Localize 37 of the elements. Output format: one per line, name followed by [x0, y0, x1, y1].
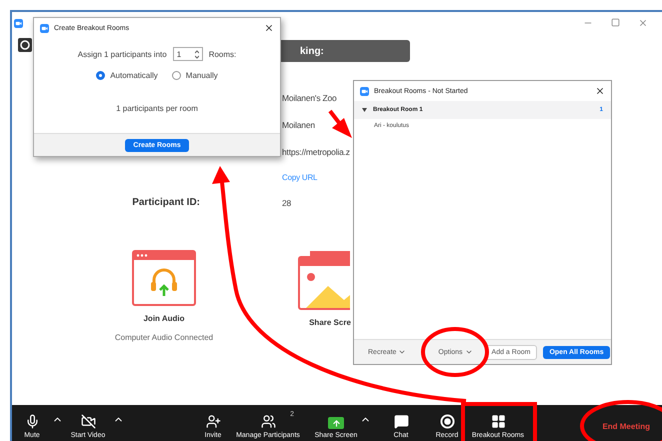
zoom-logo-icon — [40, 24, 49, 32]
end-meeting-button[interactable]: End Meeting — [602, 422, 650, 431]
info-label: Participant ID: — [132, 197, 200, 208]
share-screen-icon — [328, 417, 344, 429]
info-value: Moilanen's Zoo — [282, 92, 337, 104]
info-value: Moilanen — [282, 118, 315, 132]
image-window-icon[interactable] — [298, 250, 350, 310]
summary-text: 1 participants per room — [115, 104, 199, 113]
people-icon — [260, 414, 276, 429]
action-status: Computer Audio Connected — [114, 333, 214, 342]
expand-triangle-icon[interactable] — [362, 108, 367, 112]
rooms-count-field[interactable]: 1 — [172, 47, 203, 61]
video-off-icon — [80, 414, 96, 429]
rooms-text: Rooms: — [208, 50, 236, 58]
record-icon — [440, 414, 454, 429]
close-icon[interactable] — [595, 86, 605, 96]
action-label: Join Audio — [143, 314, 185, 323]
annotation-circle — [421, 327, 489, 377]
caret-icon — [398, 348, 406, 356]
zoom-logo-icon — [14, 18, 23, 28]
maximize-icon[interactable] — [611, 18, 620, 27]
info-value: https://metropolia.z — [282, 146, 350, 159]
chat-bubble-icon — [394, 414, 408, 429]
assign-radio[interactable]: Automatically — [96, 71, 158, 80]
assign-text: Assign 1 participants into — [78, 50, 167, 58]
assign-radio[interactable]: Manually — [172, 71, 218, 80]
four-squares-icon — [490, 414, 506, 429]
annotation-arrow — [328, 110, 352, 138]
info-value: 28 — [282, 196, 292, 210]
caret-icon — [464, 348, 473, 356]
microphone-icon — [24, 414, 40, 429]
zoom-logo-icon — [360, 86, 369, 96]
spinner-arrows-icon[interactable] — [194, 50, 199, 58]
action-label: Share Scre — [309, 318, 351, 327]
add-person-icon — [206, 414, 220, 429]
headphones-window-icon[interactable] — [132, 250, 196, 306]
close-icon[interactable] — [264, 23, 274, 33]
